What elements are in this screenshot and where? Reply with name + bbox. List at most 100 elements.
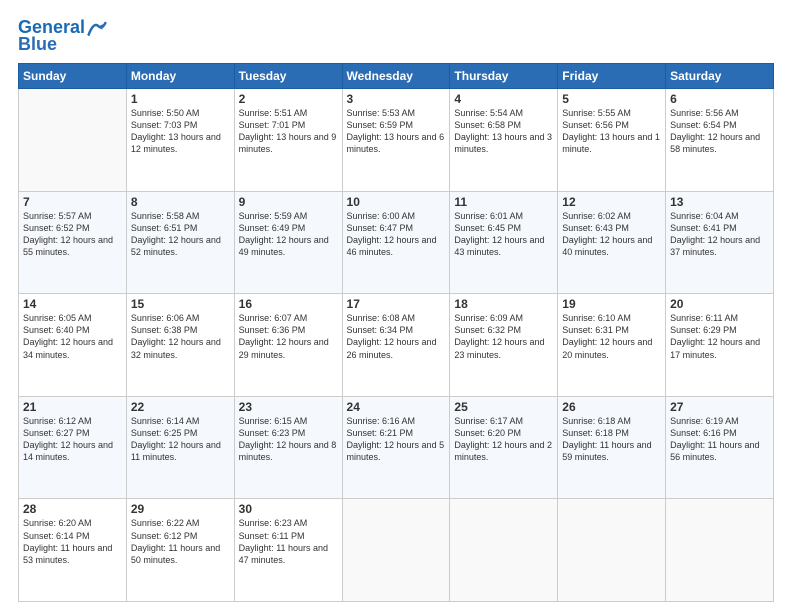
day-number: 13 <box>670 195 769 209</box>
header-sunday: Sunday <box>19 64 127 89</box>
calendar-cell: 22Sunrise: 6:14 AMSunset: 6:25 PMDayligh… <box>126 396 234 499</box>
calendar-week-row: 1Sunrise: 5:50 AMSunset: 7:03 PMDaylight… <box>19 89 774 192</box>
cell-info: Sunrise: 6:11 AMSunset: 6:29 PMDaylight:… <box>670 312 769 361</box>
calendar-week-row: 28Sunrise: 6:20 AMSunset: 6:14 PMDayligh… <box>19 499 774 602</box>
day-number: 8 <box>131 195 230 209</box>
day-number: 5 <box>562 92 661 106</box>
calendar-cell <box>558 499 666 602</box>
day-number: 19 <box>562 297 661 311</box>
cell-info: Sunrise: 6:06 AMSunset: 6:38 PMDaylight:… <box>131 312 230 361</box>
cell-info: Sunrise: 6:00 AMSunset: 6:47 PMDaylight:… <box>347 210 446 259</box>
day-number: 6 <box>670 92 769 106</box>
calendar-cell: 23Sunrise: 6:15 AMSunset: 6:23 PMDayligh… <box>234 396 342 499</box>
cell-info: Sunrise: 6:04 AMSunset: 6:41 PMDaylight:… <box>670 210 769 259</box>
day-number: 14 <box>23 297 122 311</box>
cell-info: Sunrise: 6:16 AMSunset: 6:21 PMDaylight:… <box>347 415 446 464</box>
day-number: 12 <box>562 195 661 209</box>
cell-info: Sunrise: 6:18 AMSunset: 6:18 PMDaylight:… <box>562 415 661 464</box>
calendar-cell: 29Sunrise: 6:22 AMSunset: 6:12 PMDayligh… <box>126 499 234 602</box>
calendar-cell <box>342 499 450 602</box>
calendar-cell: 3Sunrise: 5:53 AMSunset: 6:59 PMDaylight… <box>342 89 450 192</box>
day-number: 27 <box>670 400 769 414</box>
cell-info: Sunrise: 6:08 AMSunset: 6:34 PMDaylight:… <box>347 312 446 361</box>
calendar-cell: 30Sunrise: 6:23 AMSunset: 6:11 PMDayligh… <box>234 499 342 602</box>
cell-info: Sunrise: 5:57 AMSunset: 6:52 PMDaylight:… <box>23 210 122 259</box>
cell-info: Sunrise: 6:01 AMSunset: 6:45 PMDaylight:… <box>454 210 553 259</box>
calendar-cell: 1Sunrise: 5:50 AMSunset: 7:03 PMDaylight… <box>126 89 234 192</box>
calendar-cell: 17Sunrise: 6:08 AMSunset: 6:34 PMDayligh… <box>342 294 450 397</box>
header-tuesday: Tuesday <box>234 64 342 89</box>
calendar-cell: 28Sunrise: 6:20 AMSunset: 6:14 PMDayligh… <box>19 499 127 602</box>
calendar-cell: 16Sunrise: 6:07 AMSunset: 6:36 PMDayligh… <box>234 294 342 397</box>
calendar-cell: 5Sunrise: 5:55 AMSunset: 6:56 PMDaylight… <box>558 89 666 192</box>
cell-info: Sunrise: 5:55 AMSunset: 6:56 PMDaylight:… <box>562 107 661 156</box>
calendar-cell <box>19 89 127 192</box>
cell-info: Sunrise: 6:12 AMSunset: 6:27 PMDaylight:… <box>23 415 122 464</box>
header-wednesday: Wednesday <box>342 64 450 89</box>
calendar-cell: 13Sunrise: 6:04 AMSunset: 6:41 PMDayligh… <box>666 191 774 294</box>
cell-info: Sunrise: 6:10 AMSunset: 6:31 PMDaylight:… <box>562 312 661 361</box>
day-number: 25 <box>454 400 553 414</box>
cell-info: Sunrise: 6:15 AMSunset: 6:23 PMDaylight:… <box>239 415 338 464</box>
calendar-cell: 26Sunrise: 6:18 AMSunset: 6:18 PMDayligh… <box>558 396 666 499</box>
cell-info: Sunrise: 5:51 AMSunset: 7:01 PMDaylight:… <box>239 107 338 156</box>
cell-info: Sunrise: 5:54 AMSunset: 6:58 PMDaylight:… <box>454 107 553 156</box>
day-number: 7 <box>23 195 122 209</box>
cell-info: Sunrise: 6:14 AMSunset: 6:25 PMDaylight:… <box>131 415 230 464</box>
logo: General Blue <box>18 18 107 55</box>
cell-info: Sunrise: 5:53 AMSunset: 6:59 PMDaylight:… <box>347 107 446 156</box>
day-number: 22 <box>131 400 230 414</box>
cell-info: Sunrise: 5:50 AMSunset: 7:03 PMDaylight:… <box>131 107 230 156</box>
calendar-cell: 2Sunrise: 5:51 AMSunset: 7:01 PMDaylight… <box>234 89 342 192</box>
calendar-week-row: 14Sunrise: 6:05 AMSunset: 6:40 PMDayligh… <box>19 294 774 397</box>
day-number: 9 <box>239 195 338 209</box>
day-number: 28 <box>23 502 122 516</box>
page-header: General Blue <box>18 18 774 55</box>
day-number: 3 <box>347 92 446 106</box>
calendar-cell: 25Sunrise: 6:17 AMSunset: 6:20 PMDayligh… <box>450 396 558 499</box>
calendar-cell: 12Sunrise: 6:02 AMSunset: 6:43 PMDayligh… <box>558 191 666 294</box>
calendar-cell <box>666 499 774 602</box>
calendar-cell: 11Sunrise: 6:01 AMSunset: 6:45 PMDayligh… <box>450 191 558 294</box>
cell-info: Sunrise: 6:19 AMSunset: 6:16 PMDaylight:… <box>670 415 769 464</box>
day-number: 15 <box>131 297 230 311</box>
cell-info: Sunrise: 6:20 AMSunset: 6:14 PMDaylight:… <box>23 517 122 566</box>
calendar-cell: 18Sunrise: 6:09 AMSunset: 6:32 PMDayligh… <box>450 294 558 397</box>
calendar-cell: 15Sunrise: 6:06 AMSunset: 6:38 PMDayligh… <box>126 294 234 397</box>
cell-info: Sunrise: 6:05 AMSunset: 6:40 PMDaylight:… <box>23 312 122 361</box>
cell-info: Sunrise: 6:22 AMSunset: 6:12 PMDaylight:… <box>131 517 230 566</box>
calendar-cell: 21Sunrise: 6:12 AMSunset: 6:27 PMDayligh… <box>19 396 127 499</box>
day-number: 30 <box>239 502 338 516</box>
calendar-cell <box>450 499 558 602</box>
day-number: 29 <box>131 502 230 516</box>
calendar-cell: 8Sunrise: 5:58 AMSunset: 6:51 PMDaylight… <box>126 191 234 294</box>
calendar-table: SundayMondayTuesdayWednesdayThursdayFrid… <box>18 63 774 602</box>
logo-icon <box>87 18 107 38</box>
day-number: 26 <box>562 400 661 414</box>
cell-info: Sunrise: 5:56 AMSunset: 6:54 PMDaylight:… <box>670 107 769 156</box>
cell-info: Sunrise: 5:59 AMSunset: 6:49 PMDaylight:… <box>239 210 338 259</box>
day-number: 4 <box>454 92 553 106</box>
day-number: 24 <box>347 400 446 414</box>
calendar-cell: 14Sunrise: 6:05 AMSunset: 6:40 PMDayligh… <box>19 294 127 397</box>
cell-info: Sunrise: 5:58 AMSunset: 6:51 PMDaylight:… <box>131 210 230 259</box>
day-number: 20 <box>670 297 769 311</box>
day-number: 21 <box>23 400 122 414</box>
header-friday: Friday <box>558 64 666 89</box>
day-number: 17 <box>347 297 446 311</box>
calendar-week-row: 21Sunrise: 6:12 AMSunset: 6:27 PMDayligh… <box>19 396 774 499</box>
cell-info: Sunrise: 6:02 AMSunset: 6:43 PMDaylight:… <box>562 210 661 259</box>
day-number: 23 <box>239 400 338 414</box>
calendar-cell: 10Sunrise: 6:00 AMSunset: 6:47 PMDayligh… <box>342 191 450 294</box>
header-thursday: Thursday <box>450 64 558 89</box>
cell-info: Sunrise: 6:07 AMSunset: 6:36 PMDaylight:… <box>239 312 338 361</box>
day-number: 18 <box>454 297 553 311</box>
cell-info: Sunrise: 6:17 AMSunset: 6:20 PMDaylight:… <box>454 415 553 464</box>
cell-info: Sunrise: 6:09 AMSunset: 6:32 PMDaylight:… <box>454 312 553 361</box>
calendar-cell: 9Sunrise: 5:59 AMSunset: 6:49 PMDaylight… <box>234 191 342 294</box>
day-number: 16 <box>239 297 338 311</box>
header-saturday: Saturday <box>666 64 774 89</box>
calendar-header-row: SundayMondayTuesdayWednesdayThursdayFrid… <box>19 64 774 89</box>
calendar-cell: 4Sunrise: 5:54 AMSunset: 6:58 PMDaylight… <box>450 89 558 192</box>
day-number: 11 <box>454 195 553 209</box>
